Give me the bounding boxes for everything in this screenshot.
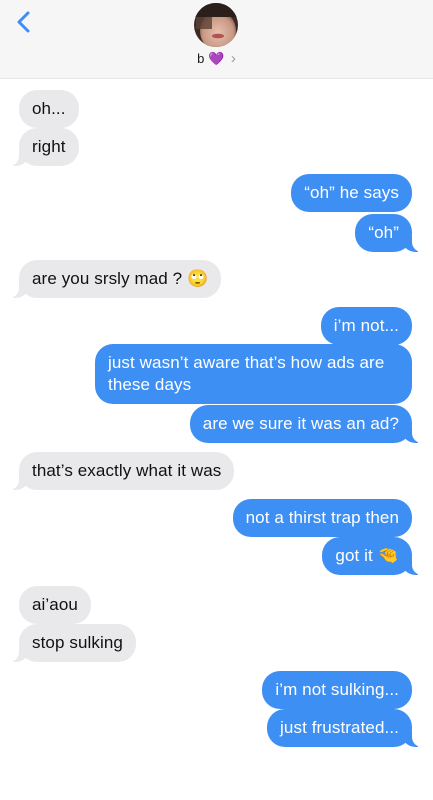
message-text: stop sulking [32,633,123,652]
message-text: “oh” [368,223,399,242]
message-bubble-outgoing[interactable]: i’m not sulking... [262,671,412,709]
contact-name: b [197,51,205,66]
message-bubble-outgoing[interactable]: “oh” he says [291,174,412,212]
eye-roll-emoji-icon: 🙄 [187,269,209,289]
message-text: right [32,137,66,156]
message-text: oh... [32,99,66,118]
message-text: are you srsly mad ? [32,269,183,288]
chevron-right-icon: › [230,50,236,67]
message-bubble-incoming[interactable]: that’s exactly what it was [8,452,235,490]
message-bubble-outgoing[interactable]: i’m not... [320,307,412,345]
message-text: i’m not sulking... [275,680,399,699]
conversation-header: b 💜 › [0,0,433,79]
message-text: “oh” he says [304,183,399,202]
back-chevron-icon[interactable] [10,8,40,38]
message-bubble-outgoing[interactable]: are we sure it was an ad? [189,405,423,443]
message-text: are we sure it was an ad? [202,414,399,433]
message-bubble-incoming[interactable]: right [9,128,79,166]
message-bubble-incoming[interactable]: ai’aou [19,586,91,624]
message-text-line: just wasn’t aware that’s how ads are [108,353,385,372]
message-text: that’s exactly what it was [32,461,222,480]
messages-screen: b 💜 › oh... right “oh” he says “oh” are … [0,0,433,800]
message-bubble-incoming[interactable]: stop sulking [9,624,136,662]
message-text: just frustrated... [280,718,399,737]
contact-name-button[interactable]: b 💜 › [0,50,433,67]
message-text-line: these days [108,375,192,394]
message-text: i’m not... [333,316,399,335]
message-bubble-outgoing[interactable]: “oh” [355,214,422,252]
pinching-hand-emoji-icon: 🤏 [377,546,399,566]
message-bubble-incoming[interactable]: are you srsly mad ? 🙄 [8,260,222,298]
message-text: ai’aou [32,595,78,614]
message-bubble-incoming[interactable]: oh... [19,90,79,128]
message-bubble-outgoing[interactable]: not a thirst trap then [232,499,412,537]
message-bubble-outgoing[interactable]: just frustrated... [267,709,422,747]
message-bubble-outgoing[interactable]: got it 🤏 [322,537,422,575]
purple-heart-icon: 💜 [208,52,225,67]
message-text: not a thirst trap then [245,508,399,527]
avatar[interactable] [194,3,238,47]
message-text: got it [335,546,373,565]
message-bubble-outgoing[interactable]: just wasn’t aware that’s how ads are the… [95,344,412,404]
